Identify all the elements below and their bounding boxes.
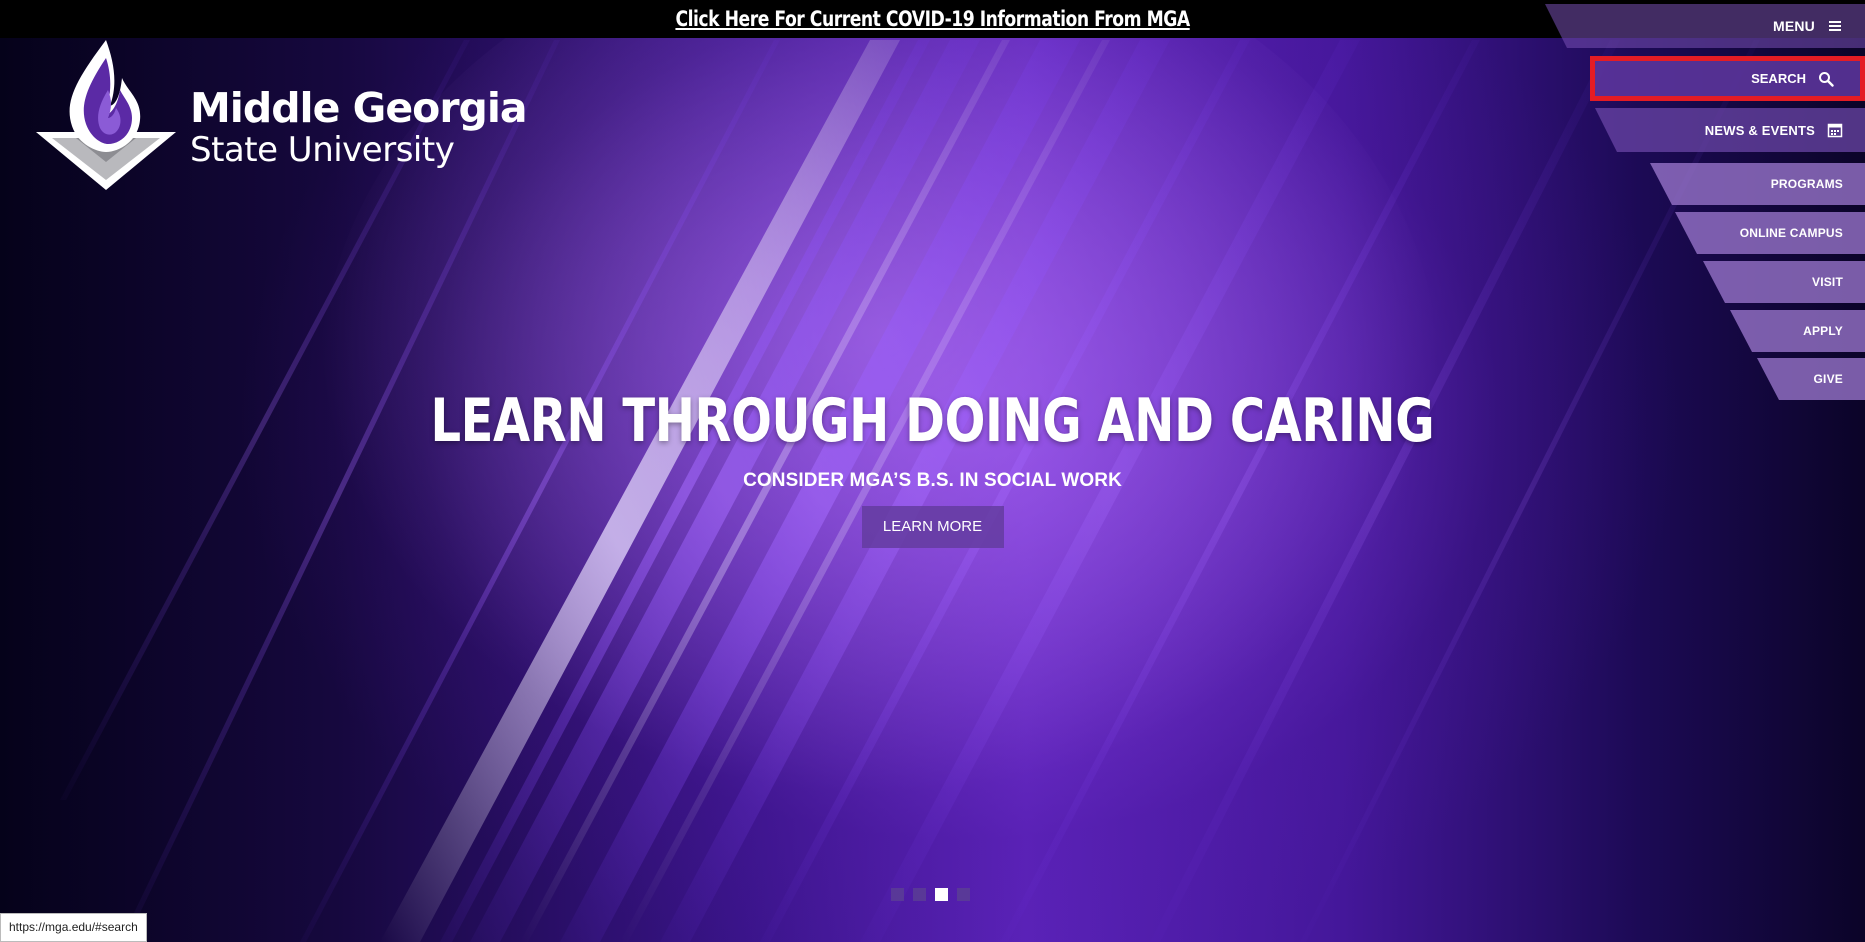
online-campus-label: ONLINE CAMPUS xyxy=(1739,226,1843,240)
give-button[interactable]: GIVE xyxy=(1757,358,1865,400)
flame-logo-icon xyxy=(36,40,176,190)
online-campus-button[interactable]: ONLINE CAMPUS xyxy=(1675,212,1865,254)
programs-label: PROGRAMS xyxy=(1770,177,1843,191)
covid-info-link[interactable]: Click Here For Current COVID-19 Informat… xyxy=(675,7,1190,31)
visit-label: VISIT xyxy=(1811,275,1843,289)
apply-label: APPLY xyxy=(1803,324,1843,338)
news-events-label: NEWS & EVENTS xyxy=(1704,122,1815,138)
homepage: Click Here For Current COVID-19 Informat… xyxy=(0,0,1865,942)
visit-button[interactable]: VISIT xyxy=(1703,261,1865,303)
hero-subheadline: CONSIDER MGA’S B.S. IN SOCIAL WORK xyxy=(743,470,1122,491)
give-label: GIVE xyxy=(1813,372,1843,386)
programs-button[interactable]: PROGRAMS xyxy=(1650,163,1865,205)
logo-wordmark: Middle Georgia State University xyxy=(190,83,528,170)
carousel-dot[interactable] xyxy=(891,888,904,901)
apply-button[interactable]: APPLY xyxy=(1730,310,1865,352)
news-events-button[interactable]: NEWS & EVENTS xyxy=(1595,108,1865,152)
university-logo[interactable]: Middle Georgia State University xyxy=(36,40,528,190)
logo-line2: State University xyxy=(190,129,455,170)
menu-button[interactable]: MENU xyxy=(1545,4,1865,48)
search-button[interactable]: SEARCH xyxy=(1590,56,1865,101)
calendar-icon xyxy=(1827,122,1843,138)
carousel-dot[interactable] xyxy=(913,888,926,901)
menu-label: MENU xyxy=(1772,18,1815,34)
status-bar-url: https://mga.edu/#search xyxy=(0,913,147,942)
hero-headline: LEARN THROUGH DOING AND CARING xyxy=(430,386,1435,456)
carousel-dot-active[interactable] xyxy=(935,888,948,901)
carousel-dot[interactable] xyxy=(957,888,970,901)
learn-more-button[interactable]: LEARN MORE xyxy=(861,506,1004,548)
magnifier-icon xyxy=(1818,71,1834,87)
logo-line1: Middle Georgia xyxy=(190,83,528,132)
hamburger-icon xyxy=(1827,18,1843,34)
carousel-indicators xyxy=(891,888,970,901)
search-label: SEARCH xyxy=(1751,71,1806,86)
